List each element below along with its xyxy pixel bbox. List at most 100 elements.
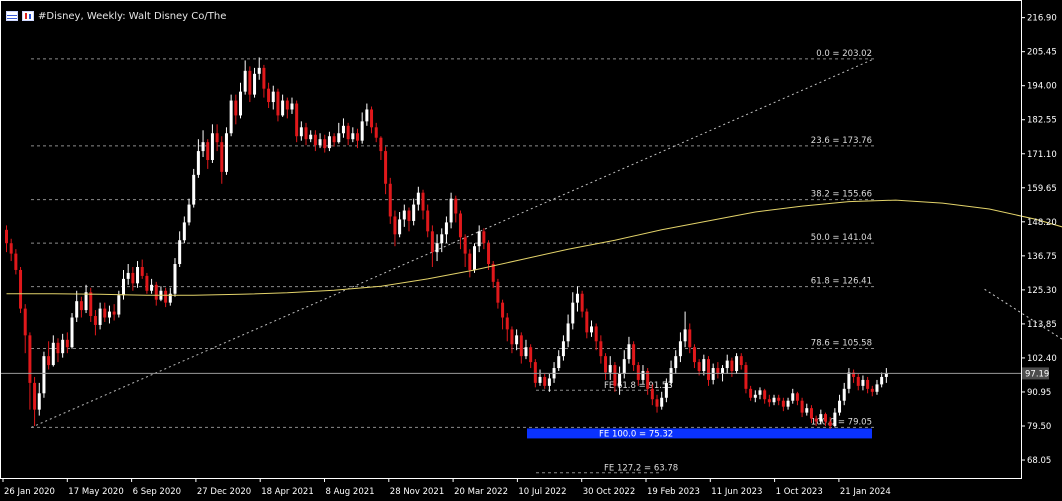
candle-body (627, 344, 631, 360)
candle-body (416, 192, 420, 205)
candle-body (739, 356, 743, 366)
candle-body (285, 100, 289, 110)
candle-body (458, 213, 462, 238)
candle-body (828, 421, 832, 426)
candle-body (763, 390, 767, 400)
candle-body (126, 272, 130, 279)
candle-body (131, 272, 135, 284)
candle-body (575, 293, 579, 303)
candle-body (229, 100, 233, 134)
candle-body (538, 376, 542, 383)
candle-body (786, 400, 790, 407)
x-tick-label: 21 Jan 2024 (840, 487, 891, 497)
candle-body (215, 133, 219, 143)
x-tick-label: 30 Oct 2022 (583, 487, 636, 497)
fe-level-label: FE 127.2 = 63.78 (604, 464, 678, 474)
chart-background (0, 0, 1062, 501)
candle-body (866, 379, 870, 389)
candle-body (51, 342, 55, 366)
x-tick-label: 20 Mar 2022 (454, 487, 508, 497)
fib-level-label: 78.6 = 105.58 (811, 338, 872, 348)
candle-body (360, 121, 364, 141)
candle-body (861, 379, 865, 386)
candle-body (327, 136, 331, 149)
candle-body (758, 390, 762, 395)
candle-body (809, 408, 813, 419)
candle-body (730, 360, 734, 372)
candle-body (468, 253, 472, 270)
candle-body (107, 311, 111, 318)
candle-body (767, 399, 771, 403)
candle-body (772, 397, 776, 403)
candle-body (23, 308, 27, 336)
candle-body (421, 192, 425, 211)
candle-body (870, 388, 874, 392)
candle-body (814, 418, 818, 422)
candle-body (370, 109, 374, 128)
candle-body (98, 308, 102, 325)
candle-body (477, 231, 481, 247)
x-tick-label: 6 Sep 2020 (133, 487, 181, 497)
candle-body (795, 393, 799, 401)
candle-body (791, 393, 795, 401)
fib-level-label: 61.8 = 126.41 (811, 277, 872, 287)
candle-body (309, 134, 313, 140)
candle-body (875, 384, 879, 392)
candle-body (580, 293, 584, 312)
candle-body (150, 284, 154, 291)
candle-body (856, 376, 860, 386)
candle-body (323, 139, 327, 149)
candle-body (210, 133, 214, 160)
candle-body (491, 264, 495, 282)
candle-body (777, 397, 781, 401)
candle-body (519, 335, 523, 357)
grid-icon[interactable] (6, 11, 18, 21)
candle-body (781, 400, 785, 407)
candle-body (267, 88, 271, 103)
candle-body (510, 329, 514, 345)
chart-window: 0.0 = 203.02 23.6 = 173.76 38.2 = 155.66 50… (0, 0, 1062, 501)
candle-body (253, 73, 257, 95)
candle-body (707, 359, 710, 380)
candle-body (505, 317, 509, 330)
candle-body (800, 400, 804, 413)
candle-body (56, 342, 60, 354)
candle-body (136, 266, 140, 284)
candle-body (337, 133, 341, 143)
x-tick-label: 10 Jul 2022 (518, 487, 566, 497)
candle-body (19, 269, 23, 309)
candle-body (543, 376, 547, 386)
candle-body (594, 326, 598, 342)
candle-body (313, 134, 317, 146)
candlestick-icon[interactable] (22, 11, 34, 21)
candle-body (412, 204, 416, 221)
candle-body (318, 139, 322, 146)
candle-body (426, 210, 430, 232)
y-tick-label: 79.50 (1027, 422, 1051, 432)
candle-body (599, 341, 603, 357)
x-tick-label: 1 Oct 2023 (776, 487, 823, 497)
candle-body (379, 137, 383, 152)
candle-body (847, 372, 851, 389)
candle-body (533, 362, 537, 383)
candle-body (636, 365, 640, 380)
candle-body (239, 91, 242, 116)
candle-body (206, 142, 210, 160)
x-tick-label: 11 Jun 2023 (711, 487, 762, 497)
candle-body (547, 378, 551, 386)
candle-body (688, 329, 692, 348)
candle-body (819, 414, 823, 422)
candle-body (70, 317, 74, 348)
candle-body (753, 394, 757, 398)
candle-body (341, 125, 345, 134)
candle-body (154, 284, 158, 300)
candle-body (276, 91, 280, 116)
candle-body (182, 222, 186, 241)
candle-body (744, 365, 748, 389)
candle-body (590, 326, 593, 333)
candle-body (725, 360, 729, 369)
y-tick-label: 90.95 (1027, 388, 1051, 398)
candle-body (650, 388, 654, 400)
y-tick-label: 194.00 (1027, 82, 1057, 92)
candle-body (140, 266, 144, 276)
